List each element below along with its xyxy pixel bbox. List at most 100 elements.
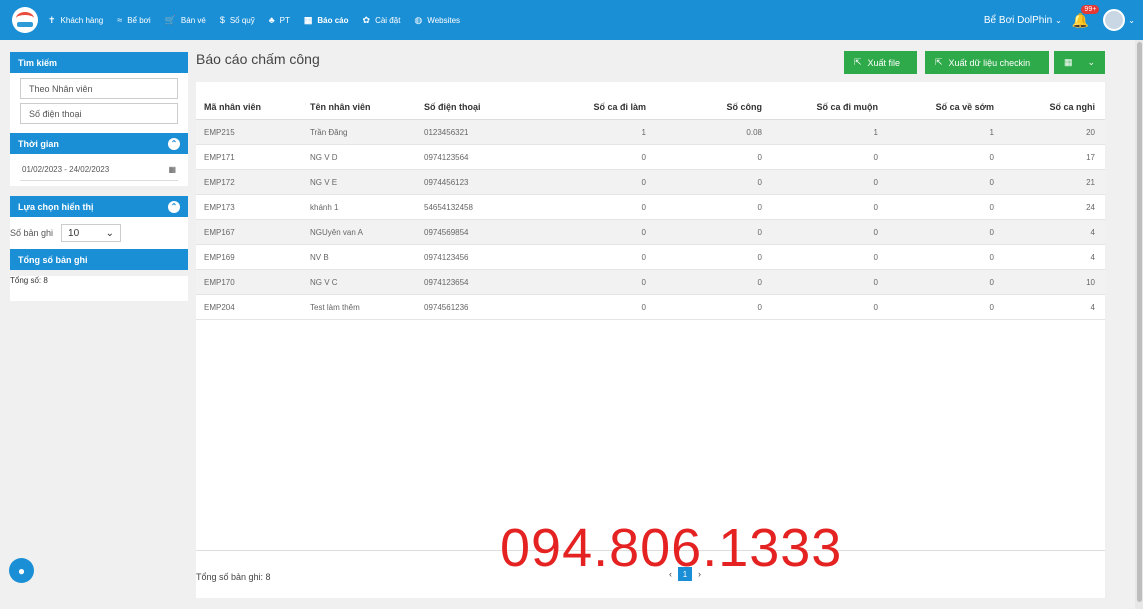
table-cell: 4 xyxy=(1090,302,1095,312)
nav-item-pt[interactable]: ♣ PT xyxy=(269,15,290,25)
table-cell: 0974456123 xyxy=(424,177,469,187)
total-count: Tổng số: 8 xyxy=(10,276,48,285)
nav-item-cashbook[interactable]: $ Sổ quỹ xyxy=(220,15,255,25)
table-row[interactable]: EMP215 Trần Đăng 0123456321 1 0.08 1 1 20 xyxy=(196,120,1105,145)
table-row[interactable]: EMP167 NGUyên van A 0974569854 0 0 0 0 4 xyxy=(196,220,1105,245)
column-toggle-button[interactable]: ▦ ⌄ xyxy=(1054,51,1105,74)
table-cell: 17 xyxy=(1086,152,1095,162)
avatar[interactable] xyxy=(1103,9,1126,31)
table-cell: EMP172 xyxy=(204,177,235,187)
table-cell: 0 xyxy=(873,277,878,287)
table-icon: ▦ xyxy=(303,14,313,25)
table-cell: EMP215 xyxy=(204,127,235,137)
table-cell: 0974561236 xyxy=(424,302,469,312)
chevron-down-icon: ⌄ xyxy=(1055,15,1062,25)
table-cell: 0 xyxy=(757,202,762,212)
table-cell: 0 xyxy=(873,202,878,212)
table-cell: NG V D xyxy=(310,152,338,162)
table-cell: 0 xyxy=(641,152,646,162)
table-cell: 20 xyxy=(1086,127,1095,137)
table-cell: 0 xyxy=(757,302,762,312)
table-cell: 0 xyxy=(989,252,994,262)
phone-watermark: 094.806.1333 xyxy=(500,518,843,578)
chevron-down-icon: ⌄ xyxy=(105,227,115,239)
export-checkin-button[interactable]: ⇱ Xuất dữ liệu checkin xyxy=(925,51,1049,74)
table-cell: 1 xyxy=(989,127,994,137)
scrollbar-thumb[interactable] xyxy=(1137,42,1142,602)
external-link-icon: ⇱ xyxy=(935,57,943,67)
table-cell: 0 xyxy=(641,227,646,237)
table-row[interactable]: EMP171 NG V D 0974123564 0 0 0 0 17 xyxy=(196,145,1105,170)
gear-icon: ✿ xyxy=(362,14,371,25)
table-cell: 0 xyxy=(989,152,994,162)
page-title: Báo cáo chấm công xyxy=(196,51,320,67)
app-logo[interactable] xyxy=(12,7,38,33)
table-row[interactable]: EMP173 khánh 1 54654132458 0 0 0 0 24 xyxy=(196,195,1105,220)
table-cell: 0 xyxy=(757,277,762,287)
table-header: Mã nhân viên Tên nhân viên Số điện thoại… xyxy=(196,94,1105,120)
nav-item-pools[interactable]: ≈ Bể bơi xyxy=(117,15,150,25)
total-records-panel: Tổng số: 8 xyxy=(10,276,188,301)
scrollbar[interactable] xyxy=(1135,40,1143,609)
nav-item-reports[interactable]: ▦ Báo cáo xyxy=(304,15,349,26)
table-cell: Test làm thêm xyxy=(310,302,360,312)
table-cell: 0 xyxy=(989,302,994,312)
chevron-up-icon[interactable]: ⌃ xyxy=(168,137,180,150)
table-cell: khánh 1 xyxy=(310,202,339,212)
table-row[interactable]: EMP170 NG V C 0974123654 0 0 0 0 10 xyxy=(196,270,1105,295)
table-row[interactable]: EMP204 Test làm thêm 0974561236 0 0 0 0 4 xyxy=(196,295,1105,320)
table-cell: EMP169 xyxy=(204,252,235,262)
table-cell: 0 xyxy=(641,277,646,287)
bell-icon[interactable]: 🔔 99+ xyxy=(1072,4,1100,29)
nav-item-tickets[interactable]: 🛒 Bán vé xyxy=(165,15,206,26)
nav-item-websites[interactable]: ◍ Websites xyxy=(414,15,460,26)
records-label: Số bản ghi xyxy=(10,228,54,238)
globe-icon: ◍ xyxy=(414,14,423,25)
search-header: Tìm kiếm xyxy=(10,52,188,73)
table-cell: 0 xyxy=(989,277,994,287)
employee-search-input[interactable]: Theo Nhân viên xyxy=(20,78,178,99)
table-cell: Trần Đăng xyxy=(310,127,348,137)
date-range-input[interactable]: 01/02/2023 - 24/02/2023 ▦ xyxy=(20,159,178,181)
footer-total: Tổng số bản ghi: 8 xyxy=(196,572,271,582)
table-cell: 0 xyxy=(757,177,762,187)
chevron-down-icon: ⌄ xyxy=(1087,57,1095,67)
display-options-header[interactable]: Lựa chọn hiển thị ⌃ xyxy=(10,196,188,217)
grid-icon: ▦ xyxy=(1064,57,1073,67)
table-cell: 54654132458 xyxy=(424,202,473,212)
table-row[interactable]: EMP172 NG V E 0974456123 0 0 0 0 21 xyxy=(196,170,1105,195)
time-header[interactable]: Thời gian ⌃ xyxy=(10,133,188,154)
table-cell: 0974123564 xyxy=(424,152,469,162)
table-cell: 0 xyxy=(757,152,762,162)
table-cell: 0 xyxy=(873,177,878,187)
chat-support-button[interactable]: ● xyxy=(9,558,34,583)
table-cell: EMP204 xyxy=(204,302,235,312)
notification-badge: 99+ xyxy=(1081,4,1100,14)
records-per-page-select[interactable]: 10 ⌄ xyxy=(61,224,122,242)
nav-item-customers[interactable]: ✝ Khách hàng xyxy=(48,15,103,26)
table-cell: 21 xyxy=(1086,177,1095,187)
table-cell: 0.08 xyxy=(746,127,762,137)
table-cell: 24 xyxy=(1086,202,1095,212)
dollar-icon: $ xyxy=(219,15,225,25)
table-cell: 0 xyxy=(757,227,762,237)
total-records-header: Tổng số bản ghi xyxy=(10,249,188,270)
table-cell: 0974569854 xyxy=(424,227,469,237)
table-cell: 10 xyxy=(1086,277,1095,287)
export-file-button[interactable]: ⇱ Xuất file xyxy=(844,51,917,74)
calendar-icon: ▦ xyxy=(168,165,176,174)
search-panel: Theo Nhân viên Số điện thoại xyxy=(10,73,188,133)
table-cell: EMP167 xyxy=(204,227,235,237)
chevron-up-icon[interactable]: ⌃ xyxy=(168,200,180,213)
table-cell: 0 xyxy=(873,302,878,312)
table-row[interactable]: EMP169 NV B 0974123456 0 0 0 0 4 xyxy=(196,245,1105,270)
table-cell: 4 xyxy=(1090,252,1095,262)
external-link-icon: ⇱ xyxy=(854,57,862,67)
table-cell: 0974123654 xyxy=(424,277,469,287)
branch-selector[interactable]: Bể Bơi DolPhin xyxy=(984,15,1052,26)
table-cell: 1 xyxy=(873,127,878,137)
nav-item-settings[interactable]: ✿ Cài đặt xyxy=(363,15,401,26)
table-cell: 0 xyxy=(641,252,646,262)
table-cell: EMP170 xyxy=(204,277,235,287)
phone-search-input[interactable]: Số điện thoại xyxy=(20,103,178,124)
